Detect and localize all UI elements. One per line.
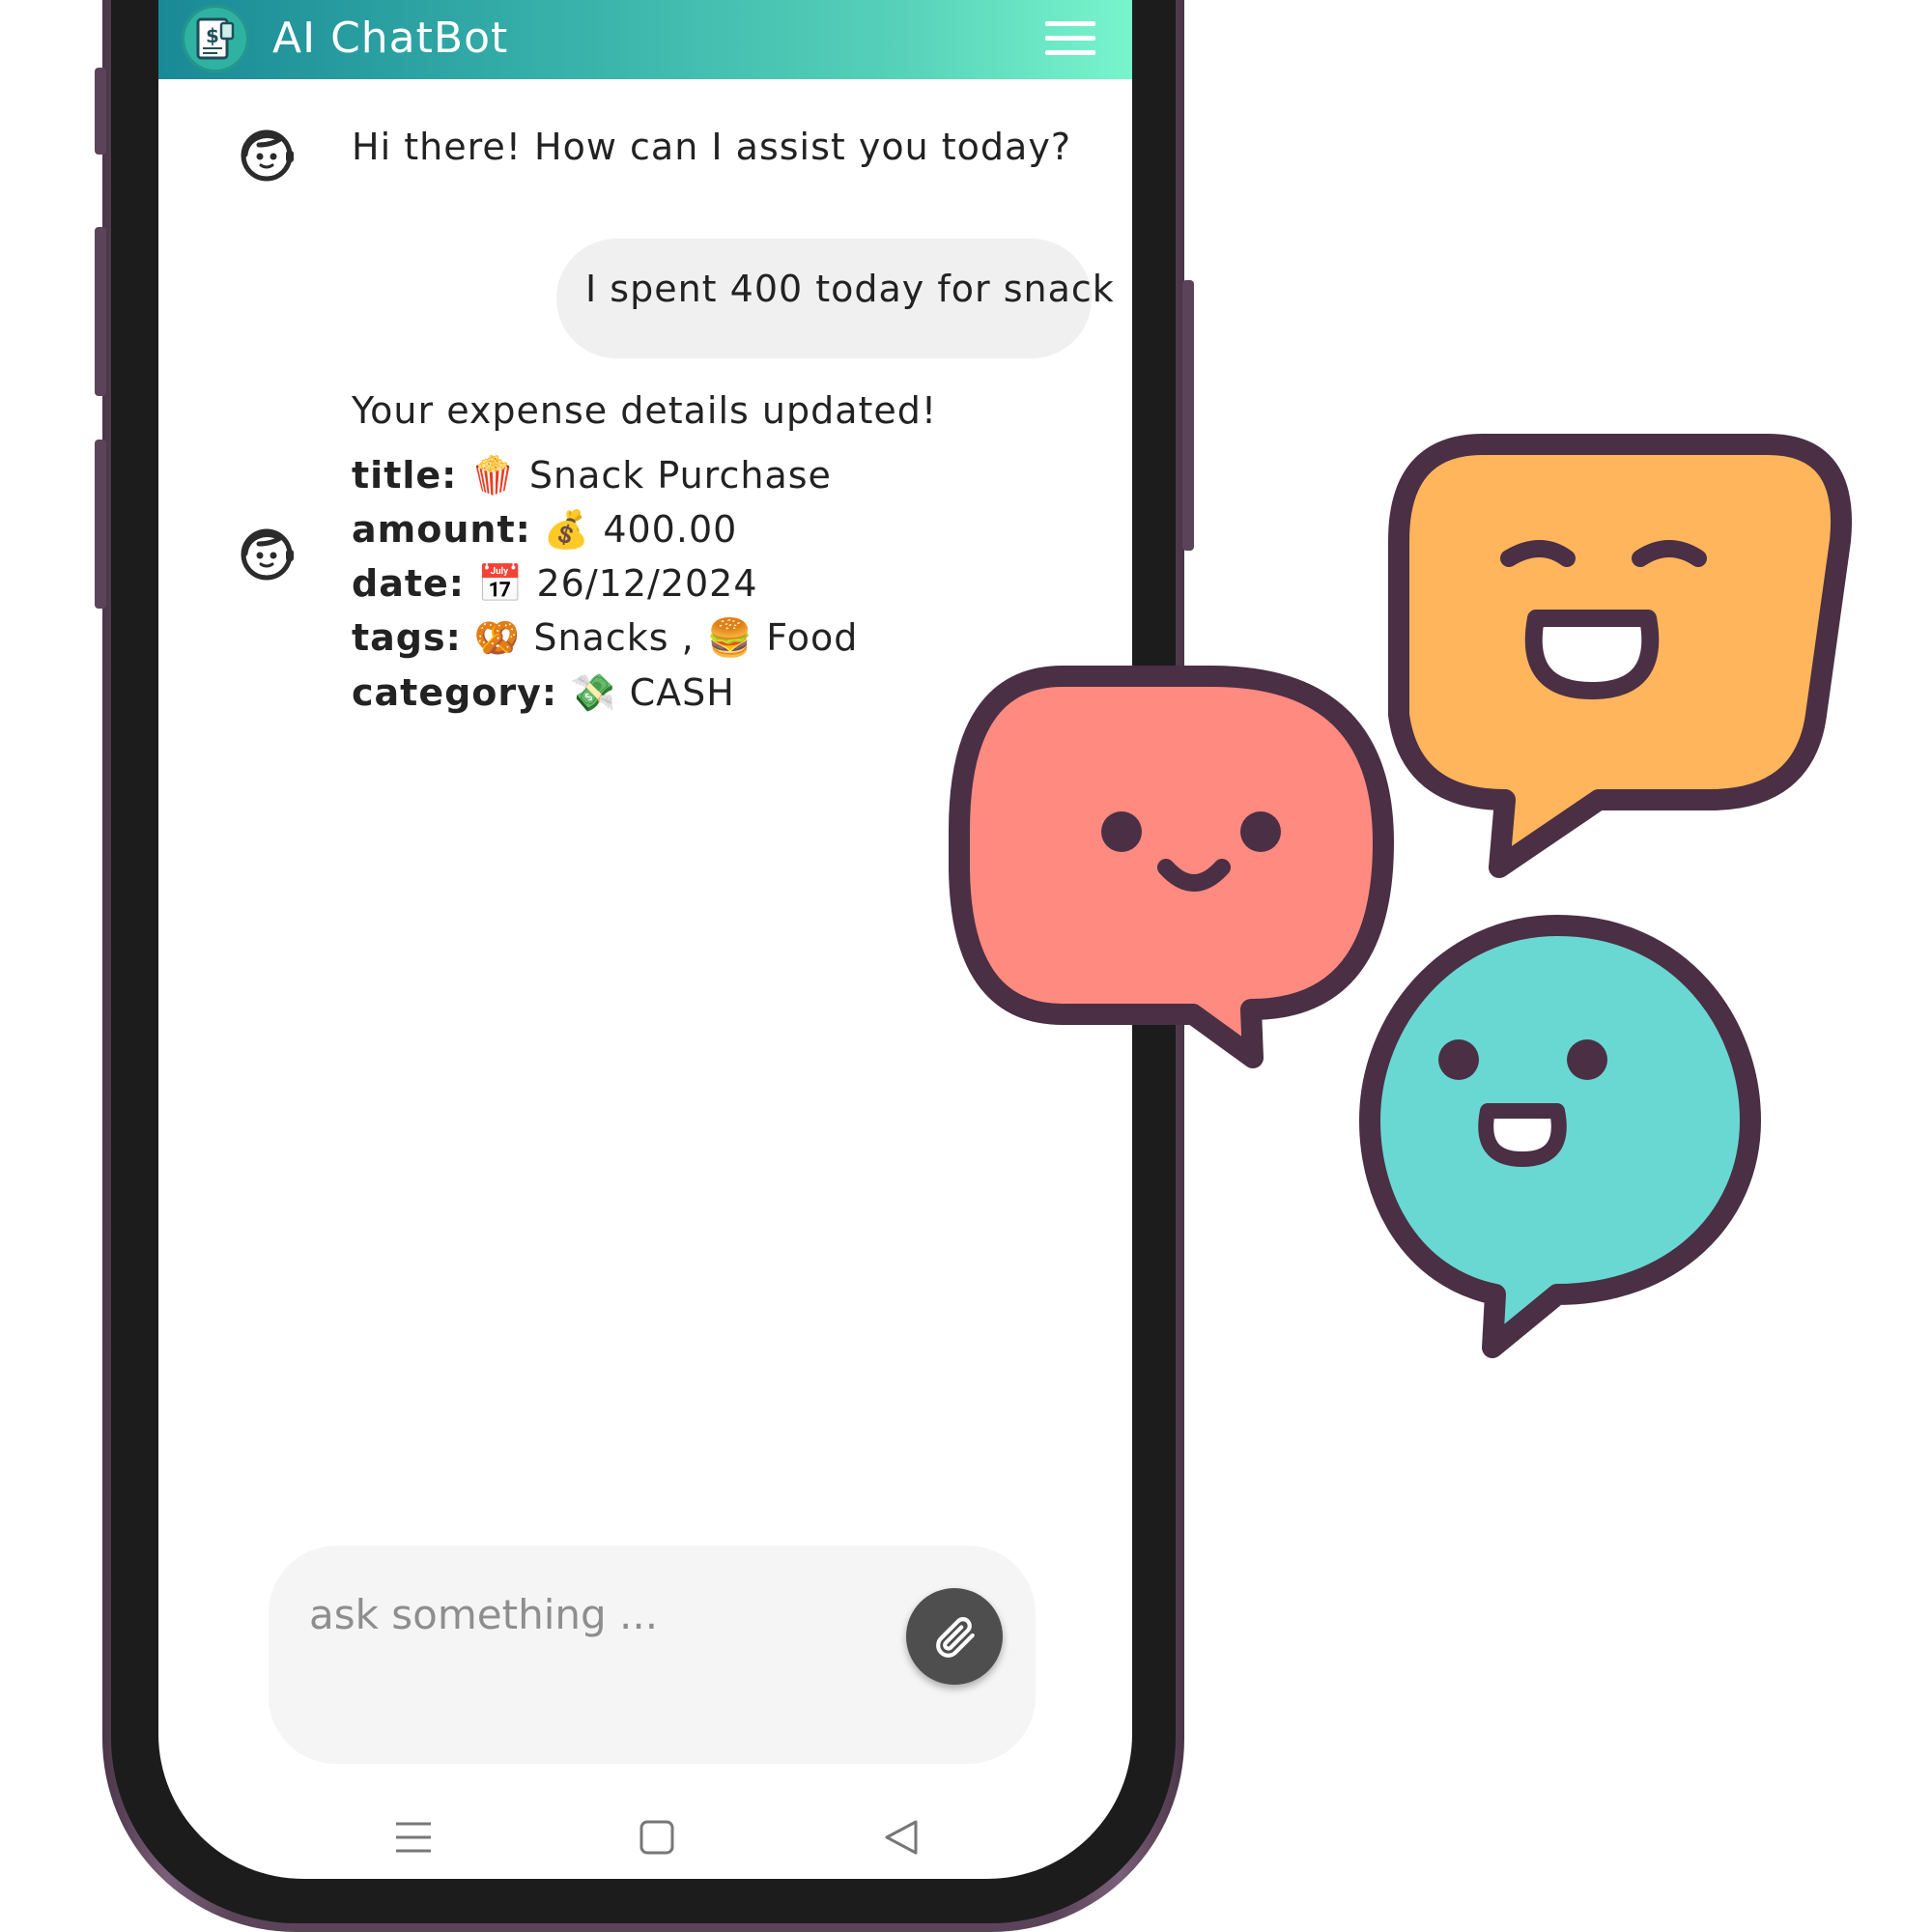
teal-happy-bubble xyxy=(1359,915,1761,1358)
red-smiling-bubble xyxy=(949,666,1394,1068)
orange-laughing-bubble xyxy=(1388,434,1852,878)
chat-bubbles-illustration xyxy=(949,434,1852,1358)
